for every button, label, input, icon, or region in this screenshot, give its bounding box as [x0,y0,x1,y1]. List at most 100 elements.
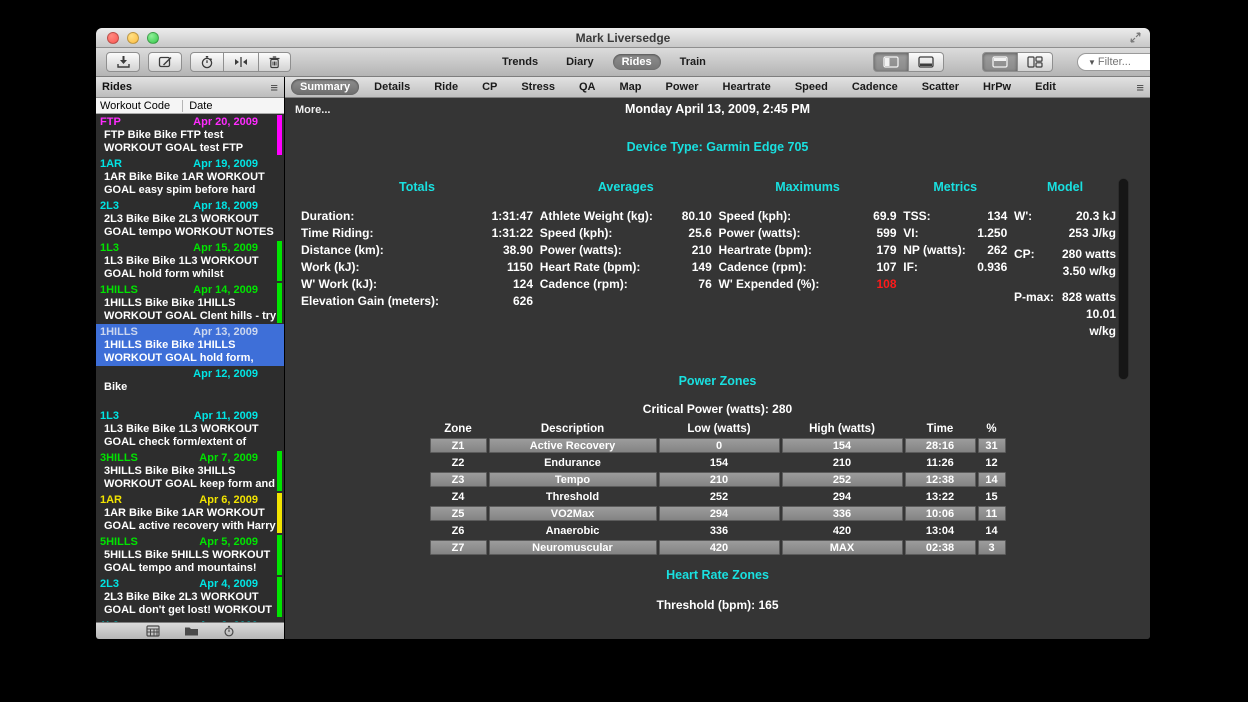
metric-value: 134 [987,208,1007,225]
metric-value: 179 [876,242,896,259]
zone-cell: 294 [782,489,903,504]
ride-list-item[interactable]: 1HILLSApr 13, 20091HILLS Bike Bike 1HILL… [96,324,284,366]
single-view-icon [992,56,1008,68]
download-ride-button[interactable] [106,52,140,72]
zone-cell: 15 [978,489,1006,504]
interval-timer-button[interactable] [190,52,224,72]
metric-row: CP:280 watts [1014,246,1116,263]
split-ride-button[interactable] [224,52,259,72]
stopwatch-button[interactable] [223,625,235,637]
ride-list-item[interactable]: 1ARApr 6, 20091AR Bike Bike 1AR WORKOUT … [96,492,284,534]
summary-section-metrics: MetricsTSS:134VI:1.250NP (watts):262IF:0… [903,180,1007,340]
tab-details[interactable]: Details [365,79,419,95]
ride-list-item[interactable]: 2L3Apr 18, 20092L3 Bike Bike 2L3 WORKOUT… [96,198,284,240]
zone-cell: Anaerobic [489,523,657,538]
view-menu-icon[interactable]: ≡ [1136,81,1144,94]
zone-cell: 10:06 [905,506,976,521]
window-titlebar[interactable]: Mark Liversedge [96,28,1150,48]
app-tab-trends[interactable]: Trends [493,54,547,70]
minimize-window-button[interactable] [127,32,139,44]
ride-list-item[interactable]: 1ARApr 19, 20091AR Bike Bike 1AR WORKOUT… [96,156,284,198]
tab-scatter[interactable]: Scatter [913,79,968,95]
zone-cell: Tempo [489,472,657,487]
metric-value: 599 [876,225,896,242]
open-folder-button[interactable] [184,625,199,637]
metric-value: 1:31:47 [492,208,533,225]
tab-edit[interactable]: Edit [1026,79,1065,95]
more-link[interactable]: More... [295,104,330,116]
metric-row: Elevation Gain (meters):626 [301,293,533,310]
ride-code: 2L3 [100,578,119,591]
zone-cell: Z6 [430,523,487,538]
tab-ride[interactable]: Ride [425,79,467,95]
tab-cp[interactable]: CP [473,79,506,95]
ride-color-stripe [277,115,282,155]
zone-row: Z4Threshold25229413:2215 [430,489,1006,504]
tab-cadence[interactable]: Cadence [843,79,907,95]
app-tab-rides[interactable]: Rides [613,54,661,70]
metric-value: 38.90 [503,242,533,259]
metric-value: 280 watts [1062,246,1116,263]
ride-description: 1L3 Bike Bike 1L3 WORKOUT GOAL check for… [100,423,280,449]
metric-value: 1.250 [977,225,1007,242]
metric-row: Time Riding:1:31:22 [301,225,533,242]
ride-list-item[interactable]: 3HILLSApr 7, 20093HILLS Bike Bike 3HILLS… [96,450,284,492]
close-window-button[interactable] [107,32,119,44]
delete-ride-button[interactable] [259,52,291,72]
section-title: Totals [301,180,533,194]
zone-cell: 14 [978,472,1006,487]
tab-stress[interactable]: Stress [512,79,564,95]
ride-list-item[interactable]: 5HILLSApr 5, 20095HILLS Bike 5HILLS WORK… [96,534,284,576]
toggle-sidebar-button[interactable] [873,52,909,72]
heart-rate-threshold-label: Threshold (bpm): 165 [285,598,1150,612]
zone-cell: VO2Max [489,506,657,521]
metric-value: 210 [692,242,712,259]
zone-cell: MAX [782,540,903,555]
ride-code: 1AR [100,158,122,171]
filter-box[interactable]: ▼ [1077,53,1150,71]
app-tab-train[interactable]: Train [671,54,715,70]
ride-list-item[interactable]: 2L3Apr 4, 20092L3 Bike Bike 2L3 WORKOUT … [96,576,284,618]
tab-map[interactable]: Map [610,79,650,95]
ride-date: Apr 5, 2009 [199,536,280,549]
ride-code: 3HILLS [100,452,138,465]
filter-input[interactable] [1098,56,1150,68]
tab-power[interactable]: Power [656,79,707,95]
tab-summary[interactable]: Summary [291,79,359,95]
zone-cell: Threshold [489,489,657,504]
column-header-workout-code[interactable]: Workout Code [96,100,182,112]
metric-row: 253 J/kg [1014,225,1116,242]
tab-qa[interactable]: QA [570,79,605,95]
metric-value: 76 [698,276,711,293]
ride-list-item[interactable]: Apr 12, 2009Bike [96,366,284,408]
ride-code: 1HILLS [100,326,138,339]
tab-speed[interactable]: Speed [786,79,837,95]
tiled-view-button[interactable] [1018,52,1053,72]
calendar-button[interactable] [146,625,160,637]
tab-hrpw[interactable]: HrPw [974,79,1020,95]
ride-list-item[interactable]: 1L3Apr 15, 20091L3 Bike Bike 1L3 WORKOUT… [96,240,284,282]
ride-list-item[interactable]: FTPApr 20, 2009FTP Bike Bike FTP test WO… [96,114,284,156]
power-zones-title: Power Zones [285,374,1150,388]
manual-entry-button[interactable] [148,52,182,72]
filter-menu-caret-icon[interactable]: ▼ [1088,58,1096,67]
toggle-bottom-panel-button[interactable] [909,52,944,72]
ride-list-item[interactable]: 1L3Apr 3, 2009 [96,618,284,622]
column-header-date[interactable]: Date [183,100,284,112]
metric-label: Elevation Gain (meters): [301,293,439,310]
tab-heartrate[interactable]: Heartrate [714,79,780,95]
sidebar-menu-icon[interactable]: ≡ [270,81,278,94]
edit-icon [158,55,173,69]
ride-list-item[interactable]: 1HILLSApr 14, 20091HILLS Bike Bike 1HILL… [96,282,284,324]
download-icon [116,55,131,69]
zone-row: Z7Neuromuscular420MAX02:383 [430,540,1006,555]
ride-date: Apr 19, 2009 [193,158,280,171]
zoom-window-button[interactable] [147,32,159,44]
app-tab-diary[interactable]: Diary [557,54,603,70]
single-view-button[interactable] [982,52,1018,72]
ride-list-item[interactable]: 1L3Apr 11, 20091L3 Bike Bike 1L3 WORKOUT… [96,408,284,450]
metric-label: Work (kJ): [301,259,359,276]
scrollbar-thumb[interactable] [1119,179,1128,379]
resize-grip-icon[interactable] [1129,31,1142,44]
ride-row-heading: 1L3Apr 11, 2009 [100,410,280,423]
